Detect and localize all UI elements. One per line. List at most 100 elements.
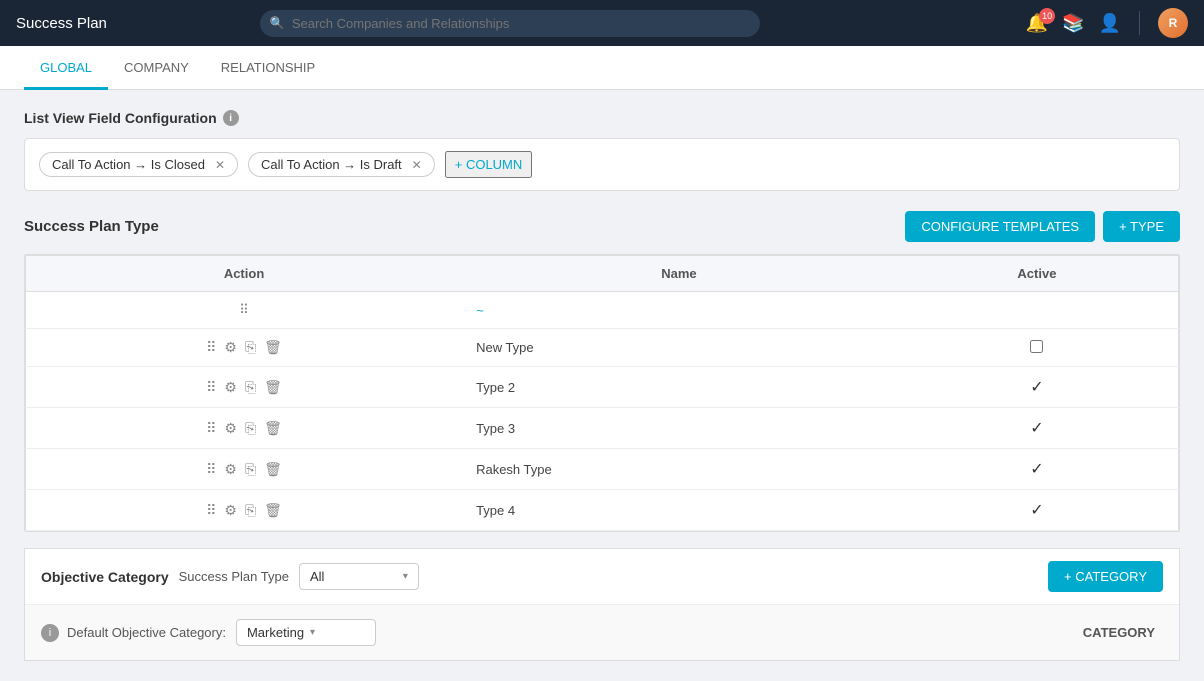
success-plan-type-label: Success Plan Type <box>179 569 289 584</box>
table-row: ⠿ ⚙ ⎘ 🗑 New Type <box>26 329 1179 367</box>
books-icon[interactable]: 📚 <box>1062 13 1084 34</box>
action-icons: ⠿ <box>40 302 448 318</box>
name-cell-3: Rakesh Type <box>462 449 896 490</box>
user-settings-icon[interactable]: 👤 <box>1099 13 1121 34</box>
objective-bottom-row: i Default Objective Category: Marketing … <box>25 604 1179 660</box>
filter-tag-1-text: Call To Action → Is Closed <box>52 157 205 172</box>
action-icons-4: ⠿ ⚙ ⎘ 🗑 <box>40 502 448 519</box>
table-row: ⠿ ⚙ ⎘ 🗑 Rakesh Type ✓ <box>26 449 1179 490</box>
notifications-icon[interactable]: 🔔 10 <box>1026 13 1048 34</box>
success-plan-type-select[interactable]: All ▾ <box>299 563 419 590</box>
edit-tilde: ~ <box>476 303 484 318</box>
delete-icon-0[interactable]: 🗑 <box>264 339 282 356</box>
delete-icon-4[interactable]: 🗑 <box>264 502 282 519</box>
gear-icon-2[interactable]: ⚙ <box>224 420 237 437</box>
add-category-button[interactable]: + CATEGORY <box>1048 561 1163 592</box>
add-type-button[interactable]: + TYPE <box>1103 211 1180 242</box>
objective-category-section: Objective Category Success Plan Type All… <box>24 548 1180 661</box>
notification-badge: 10 <box>1039 8 1055 24</box>
list-view-title: List View Field Configuration <box>24 110 217 126</box>
search-bar: 🔍 <box>260 10 760 37</box>
objective-category-title: Objective Category <box>41 569 169 585</box>
copy-icon-4[interactable]: ⎘ <box>245 502 256 519</box>
copy-icon-3[interactable]: ⎘ <box>245 461 256 478</box>
table-row-editing: ⠿ ~ <box>26 292 1179 329</box>
name-cell-editing: ~ <box>462 292 896 329</box>
active-cell-4: ✓ <box>896 490 1179 531</box>
active-cell-0 <box>896 329 1179 367</box>
delete-icon-3[interactable]: 🗑 <box>264 461 282 478</box>
success-plan-type-select-value: All <box>310 569 397 584</box>
filter-tag-2: Call To Action → Is Draft ✕ <box>248 152 435 177</box>
success-plan-type-title: Success Plan Type <box>24 218 159 235</box>
list-view-info-icon[interactable]: i <box>223 110 239 126</box>
app-title: Success Plan <box>16 15 107 32</box>
delete-icon-2[interactable]: 🗑 <box>264 420 282 437</box>
search-icon: 🔍 <box>270 16 285 30</box>
gear-icon-3[interactable]: ⚙ <box>224 461 237 478</box>
gear-icon-0[interactable]: ⚙ <box>224 339 237 356</box>
tab-global[interactable]: GLOBAL <box>24 46 108 90</box>
list-view-section-header: List View Field Configuration i <box>24 110 1180 126</box>
drag-handle-0[interactable]: ⠿ <box>206 339 216 356</box>
action-icons-0: ⠿ ⚙ ⎘ 🗑 <box>40 339 448 356</box>
avatar-initials: R <box>1169 16 1178 30</box>
copy-icon-1[interactable]: ⎘ <box>245 379 256 396</box>
active-cell-3: ✓ <box>896 449 1179 490</box>
configure-templates-button[interactable]: CONFIGURE TEMPLATES <box>905 211 1095 242</box>
active-cell-2: ✓ <box>896 408 1179 449</box>
search-input[interactable] <box>260 10 760 37</box>
drag-handle-1[interactable]: ⠿ <box>206 379 216 396</box>
success-plan-type-table: Action Name Active ⠿ ~ <box>25 255 1179 531</box>
sub-nav: GLOBAL COMPANY RELATIONSHIP <box>0 46 1204 90</box>
filter-tag-1-remove[interactable]: ✕ <box>215 158 225 172</box>
gear-icon-4[interactable]: ⚙ <box>224 502 237 519</box>
col-name: Name <box>462 256 896 292</box>
top-nav: Success Plan 🔍 🔔 10 📚 👤 R <box>0 0 1204 46</box>
action-cell-4: ⠿ ⚙ ⎘ 🗑 <box>26 490 463 531</box>
drag-handle-3[interactable]: ⠿ <box>206 461 216 478</box>
tab-company[interactable]: COMPANY <box>108 46 205 90</box>
active-checkbox-0[interactable] <box>1030 340 1043 353</box>
avatar[interactable]: R <box>1158 8 1188 38</box>
action-cell-1: ⠿ ⚙ ⎘ 🗑 <box>26 367 463 408</box>
default-obj-info-icon[interactable]: i <box>41 624 59 642</box>
default-objective-label: Default Objective Category: <box>67 625 226 640</box>
add-column-button[interactable]: + COLUMN <box>445 151 533 178</box>
delete-icon-1[interactable]: 🗑 <box>264 379 282 396</box>
nav-divider <box>1139 11 1140 35</box>
chevron-down-icon: ▾ <box>403 571 408 582</box>
nav-icons: 🔔 10 📚 👤 R <box>1026 8 1188 38</box>
action-cell-3: ⠿ ⚙ ⎘ 🗑 <box>26 449 463 490</box>
table-row: ⠿ ⚙ ⎘ 🗑 Type 3 ✓ <box>26 408 1179 449</box>
tab-relationship[interactable]: RELATIONSHIP <box>205 46 331 90</box>
name-cell-2: Type 3 <box>462 408 896 449</box>
copy-icon-2[interactable]: ⎘ <box>245 420 256 437</box>
default-objective-select[interactable]: Marketing ▾ <box>236 619 376 646</box>
action-cell-2: ⠿ ⚙ ⎘ 🗑 <box>26 408 463 449</box>
drag-icon[interactable]: ⠿ <box>239 302 249 318</box>
action-cell-editing: ⠿ <box>26 292 463 329</box>
table-row: ⠿ ⚙ ⎘ 🗑 Type 2 ✓ <box>26 367 1179 408</box>
filter-tag-1: Call To Action → Is Closed ✕ <box>39 152 238 177</box>
table-header-row: Action Name Active <box>26 256 1179 292</box>
drag-handle-4[interactable]: ⠿ <box>206 502 216 519</box>
checkmark-2: ✓ <box>1030 420 1043 437</box>
filter-tags-container: Call To Action → Is Closed ✕ Call To Act… <box>24 138 1180 191</box>
name-cell-1: Type 2 <box>462 367 896 408</box>
drag-handle-2[interactable]: ⠿ <box>206 420 216 437</box>
filter-tag-2-remove[interactable]: ✕ <box>412 158 422 172</box>
action-icons-3: ⠿ ⚙ ⎘ 🗑 <box>40 461 448 478</box>
category-column-header: CATEGORY <box>1083 625 1163 640</box>
gear-icon-1[interactable]: ⚙ <box>224 379 237 396</box>
checkmark-1: ✓ <box>1030 379 1043 396</box>
active-cell-editing <box>896 292 1179 329</box>
table-row: ⠿ ⚙ ⎘ 🗑 Type 4 ✓ <box>26 490 1179 531</box>
copy-icon-0[interactable]: ⎘ <box>245 339 256 356</box>
col-action: Action <box>26 256 463 292</box>
success-plan-type-actions: CONFIGURE TEMPLATES + TYPE <box>905 211 1180 242</box>
main-content: List View Field Configuration i Call To … <box>0 90 1204 681</box>
action-cell-0: ⠿ ⚙ ⎘ 🗑 <box>26 329 463 367</box>
success-plan-type-table-wrap: Action Name Active ⠿ ~ <box>24 254 1180 532</box>
active-cell-1: ✓ <box>896 367 1179 408</box>
